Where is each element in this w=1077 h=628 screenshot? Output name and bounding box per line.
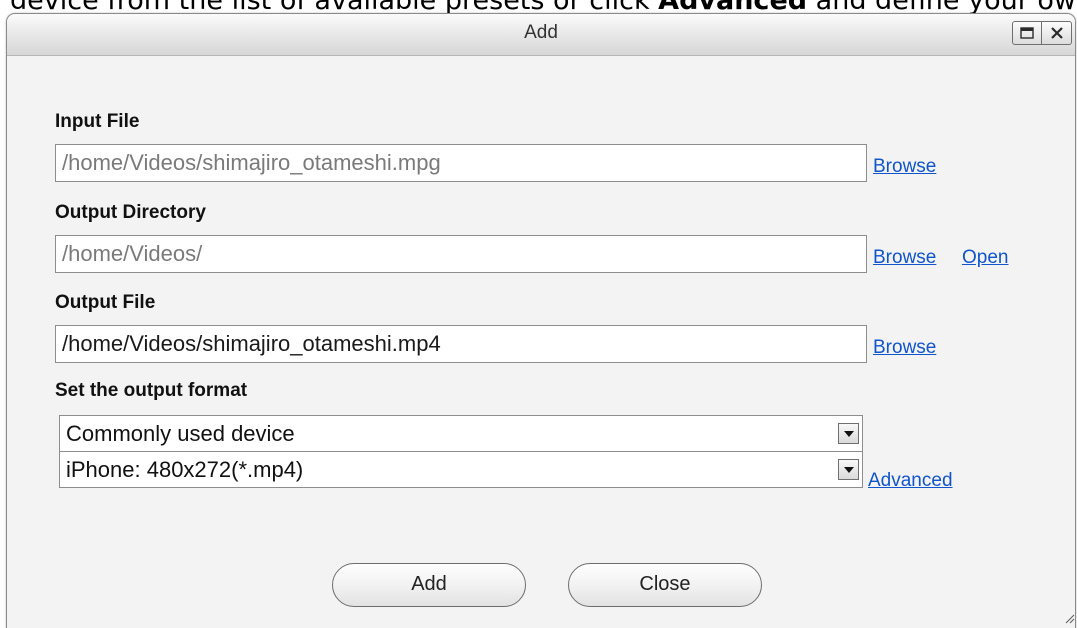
- device-preset-select[interactable]: iPhone: 480x272(*.mp4): [59, 451, 863, 488]
- maximize-button[interactable]: [1012, 21, 1042, 45]
- output-directory-open-link[interactable]: Open: [962, 247, 1008, 269]
- dialog-title: Add: [524, 22, 558, 43]
- output-file-label: Output File: [55, 292, 156, 313]
- add-dialog: Add Input File /home/Videos/shimajiro_ot…: [6, 13, 1076, 628]
- resize-grip-icon[interactable]: [1063, 612, 1075, 624]
- dropdown-arrow-button[interactable]: [838, 423, 859, 444]
- output-directory-label: Output Directory: [55, 202, 206, 223]
- output-file-browse-link[interactable]: Browse: [873, 337, 936, 359]
- output-format-label: Set the output format: [55, 380, 248, 401]
- maximize-icon: [1020, 27, 1034, 39]
- device-preset-value: iPhone: 480x272(*.mp4): [66, 457, 304, 482]
- page: device from the list of available preset…: [0, 0, 1077, 628]
- output-file-field[interactable]: /home/Videos/shimajiro_otameshi.mp4: [55, 325, 867, 363]
- input-file-field[interactable]: /home/Videos/shimajiro_otameshi.mpg: [55, 144, 867, 182]
- device-category-value: Commonly used device: [66, 421, 295, 446]
- chevron-down-icon: [843, 466, 854, 473]
- dropdown-arrow-button[interactable]: [838, 459, 859, 480]
- close-icon: [1050, 27, 1063, 39]
- output-directory-browse-link[interactable]: Browse: [873, 247, 936, 269]
- device-category-select[interactable]: Commonly used device: [59, 415, 863, 452]
- input-file-label: Input File: [55, 111, 140, 132]
- output-directory-field[interactable]: /home/Videos/: [55, 235, 867, 273]
- close-window-button[interactable]: [1042, 21, 1072, 45]
- chevron-down-icon: [843, 430, 854, 437]
- dialog-titlebar[interactable]: Add: [7, 14, 1075, 56]
- input-file-browse-link[interactable]: Browse: [873, 156, 936, 178]
- advanced-link[interactable]: Advanced: [868, 470, 953, 492]
- add-button[interactable]: Add: [332, 563, 526, 607]
- close-button[interactable]: Close: [568, 563, 762, 607]
- window-controls: [1012, 21, 1072, 47]
